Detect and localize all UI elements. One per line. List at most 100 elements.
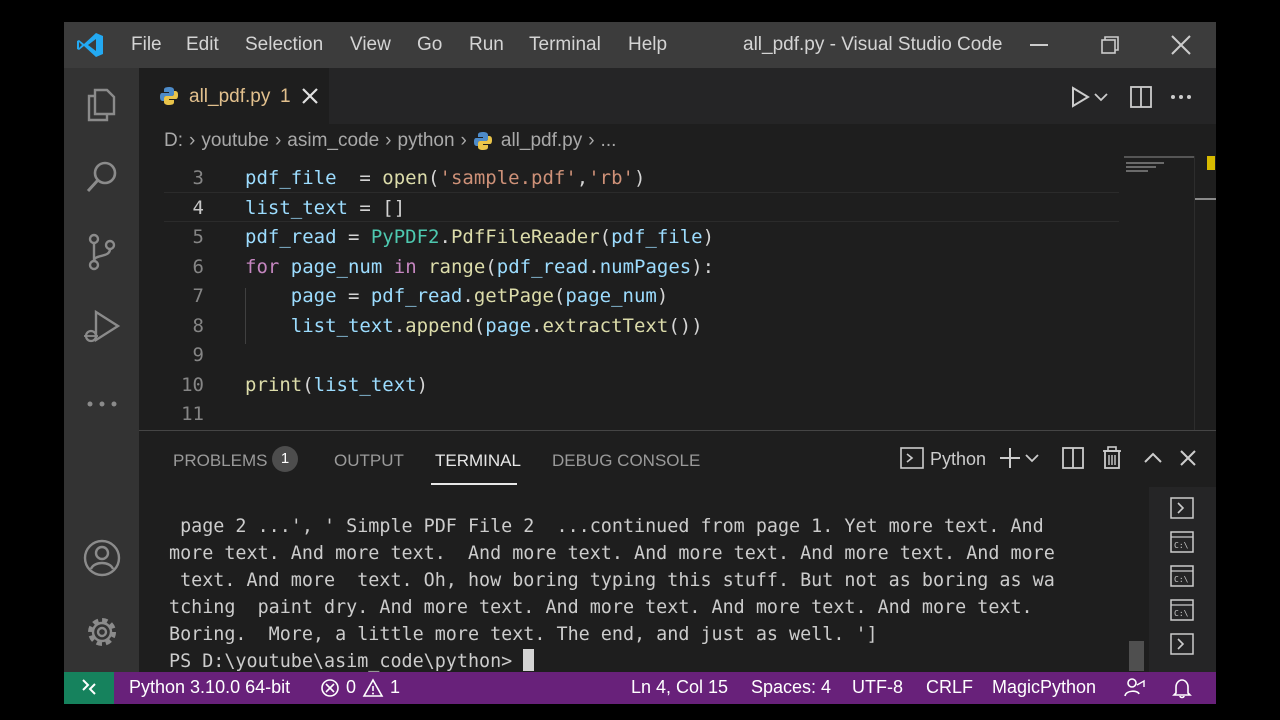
line-number: 7 xyxy=(192,285,204,307)
menu-terminal[interactable]: Terminal xyxy=(529,34,601,56)
more-icon[interactable] xyxy=(82,384,122,424)
activity-bar xyxy=(64,68,139,672)
menu-help[interactable]: Help xyxy=(628,34,667,56)
code-line[interactable]: list_text.append(page.extractText()) xyxy=(245,315,703,337)
terminal-dropdown-chevron-icon[interactable] xyxy=(1023,445,1041,471)
breadcrumb-python[interactable]: python xyxy=(398,130,455,152)
cursor-position[interactable]: Ln 4, Col 15 xyxy=(631,677,728,698)
account-icon[interactable] xyxy=(82,538,122,578)
menu-run[interactable]: Run xyxy=(469,34,504,56)
error-icon xyxy=(321,678,339,697)
code-line[interactable]: print(list_text) xyxy=(245,374,428,396)
minimize-icon[interactable] xyxy=(1024,31,1054,59)
more-actions-icon[interactable] xyxy=(1168,84,1194,110)
menu-selection[interactable]: Selection xyxy=(245,34,323,56)
vscode-window: File Edit Selection View Go Run Terminal… xyxy=(64,22,1216,704)
terminal-line: page 2 ...', ' Simple PDF File 2 ...cont… xyxy=(169,516,1044,537)
line-number: 5 xyxy=(192,226,204,248)
line-number: 9 xyxy=(192,344,204,366)
terminal-scrollbar-thumb[interactable] xyxy=(1129,641,1144,671)
terminal-line: text. And more text. Oh, how boring typi… xyxy=(169,570,1055,591)
breadcrumb-youtube[interactable]: youtube xyxy=(201,130,269,152)
bottom-panel: PROBLEMS 1 OUTPUT TERMINAL DEBUG CONSOLE… xyxy=(139,430,1216,673)
maximize-panel-chevron-up-icon[interactable] xyxy=(1140,445,1166,471)
code-line[interactable]: pdf_file = open('sample.pdf','rb') xyxy=(245,167,645,189)
terminal-shell-icon[interactable] xyxy=(1170,497,1194,519)
warning-count: 1 xyxy=(390,677,401,697)
tab-all-pdf[interactable]: all_pdf.py 1 xyxy=(139,68,329,124)
tab-terminal[interactable]: TERMINAL xyxy=(435,451,521,471)
menu-edit[interactable]: Edit xyxy=(186,34,219,56)
run-dropdown-chevron-icon[interactable] xyxy=(1092,84,1110,110)
code-editor[interactable]: 3 4 5 6 7 8 9 10 11 pdf_file = open('sam… xyxy=(139,162,1119,430)
breadcrumb-symbols[interactable]: ... xyxy=(601,130,617,152)
remote-icon xyxy=(82,679,96,695)
run-debug-icon[interactable] xyxy=(82,306,122,346)
cmd-terminal-icon[interactable]: C:\ xyxy=(1170,599,1194,621)
code-line[interactable]: list_text = [] xyxy=(245,197,405,219)
encoding[interactable]: UTF-8 xyxy=(852,677,903,698)
source-control-icon[interactable] xyxy=(82,232,122,272)
settings-gear-icon[interactable] xyxy=(82,612,122,652)
problems-status[interactable]: 0 1 xyxy=(320,677,400,698)
line-number: 10 xyxy=(181,374,204,396)
python-interpreter[interactable]: Python 3.10.0 64-bit xyxy=(129,677,290,698)
terminal-shell-icon[interactable] xyxy=(1170,633,1194,655)
remote-indicator[interactable] xyxy=(64,672,114,704)
tab-problems[interactable]: PROBLEMS xyxy=(173,451,267,471)
feedback-icon[interactable] xyxy=(1124,677,1146,699)
breadcrumb-file[interactable]: all_pdf.py xyxy=(501,130,582,152)
chevron-right-icon: › xyxy=(189,130,196,151)
minimap[interactable] xyxy=(1124,156,1194,432)
explorer-icon[interactable] xyxy=(82,84,122,124)
tab-output[interactable]: OUTPUT xyxy=(334,451,404,471)
language-mode[interactable]: MagicPython xyxy=(992,677,1096,698)
menu-file[interactable]: File xyxy=(131,34,162,56)
new-terminal-icon[interactable] xyxy=(997,445,1023,471)
close-tab-icon[interactable] xyxy=(299,85,321,107)
line-number: 8 xyxy=(192,315,204,337)
terminal-shell-icon xyxy=(900,447,924,469)
split-terminal-icon[interactable] xyxy=(1060,445,1086,471)
menu-go[interactable]: Go xyxy=(417,34,442,56)
notifications-bell-icon[interactable] xyxy=(1171,677,1193,699)
close-panel-icon[interactable] xyxy=(1175,445,1201,471)
run-file-icon[interactable] xyxy=(1067,84,1093,110)
line-number: 3 xyxy=(192,167,204,189)
code-line[interactable]: pdf_read = PyPDF2.PdfFileReader(pdf_file… xyxy=(245,226,714,248)
code-line[interactable]: for page_num in range(pdf_read.numPages)… xyxy=(245,256,714,278)
title-bar: File Edit Selection View Go Run Terminal… xyxy=(64,22,1216,68)
line-number: 4 xyxy=(192,197,204,219)
split-editor-icon[interactable] xyxy=(1128,84,1154,110)
window-title: all_pdf.py - Visual Studio Code xyxy=(743,34,1003,55)
line-number: 11 xyxy=(181,403,204,425)
error-count: 0 xyxy=(346,677,357,697)
tab-debug-console[interactable]: DEBUG CONSOLE xyxy=(552,451,700,471)
terminal-cursor xyxy=(523,649,535,671)
trash-icon[interactable] xyxy=(1099,445,1125,471)
chevron-right-icon: › xyxy=(588,130,595,151)
python-file-icon xyxy=(160,87,178,105)
terminal-prompt-line[interactable]: PS D:\youtube\asim_code\python> xyxy=(169,648,1129,675)
terminal-name[interactable]: Python xyxy=(930,449,986,470)
close-window-icon[interactable] xyxy=(1166,31,1196,59)
terminal-line: tching paint dry. And more text. And mor… xyxy=(169,597,1033,618)
line-endings[interactable]: CRLF xyxy=(926,677,973,698)
restore-icon[interactable] xyxy=(1095,31,1125,59)
breadcrumb-drive[interactable]: D: xyxy=(164,130,183,152)
search-icon[interactable] xyxy=(82,158,122,198)
editor-tab-bar: all_pdf.py 1 xyxy=(139,68,1216,124)
editor-scrollbar[interactable] xyxy=(1194,156,1216,432)
chevron-right-icon: › xyxy=(274,130,282,151)
indentation[interactable]: Spaces: 4 xyxy=(751,677,831,698)
cmd-terminal-icon[interactable]: C:\ xyxy=(1170,531,1194,553)
breadcrumb-asim-code[interactable]: asim_code xyxy=(287,130,379,152)
svg-text:C:\: C:\ xyxy=(1174,609,1189,618)
code-line[interactable]: page = pdf_read.getPage(page_num) xyxy=(245,285,669,307)
menu-view[interactable]: View xyxy=(350,34,391,56)
terminal-output[interactable]: page 2 ...', ' Simple PDF File 2 ...cont… xyxy=(169,513,1129,675)
svg-text:C:\: C:\ xyxy=(1174,575,1189,584)
tab-problem-count: 1 xyxy=(280,86,291,107)
cmd-terminal-icon[interactable]: C:\ xyxy=(1170,565,1194,587)
svg-text:C:\: C:\ xyxy=(1174,541,1189,550)
